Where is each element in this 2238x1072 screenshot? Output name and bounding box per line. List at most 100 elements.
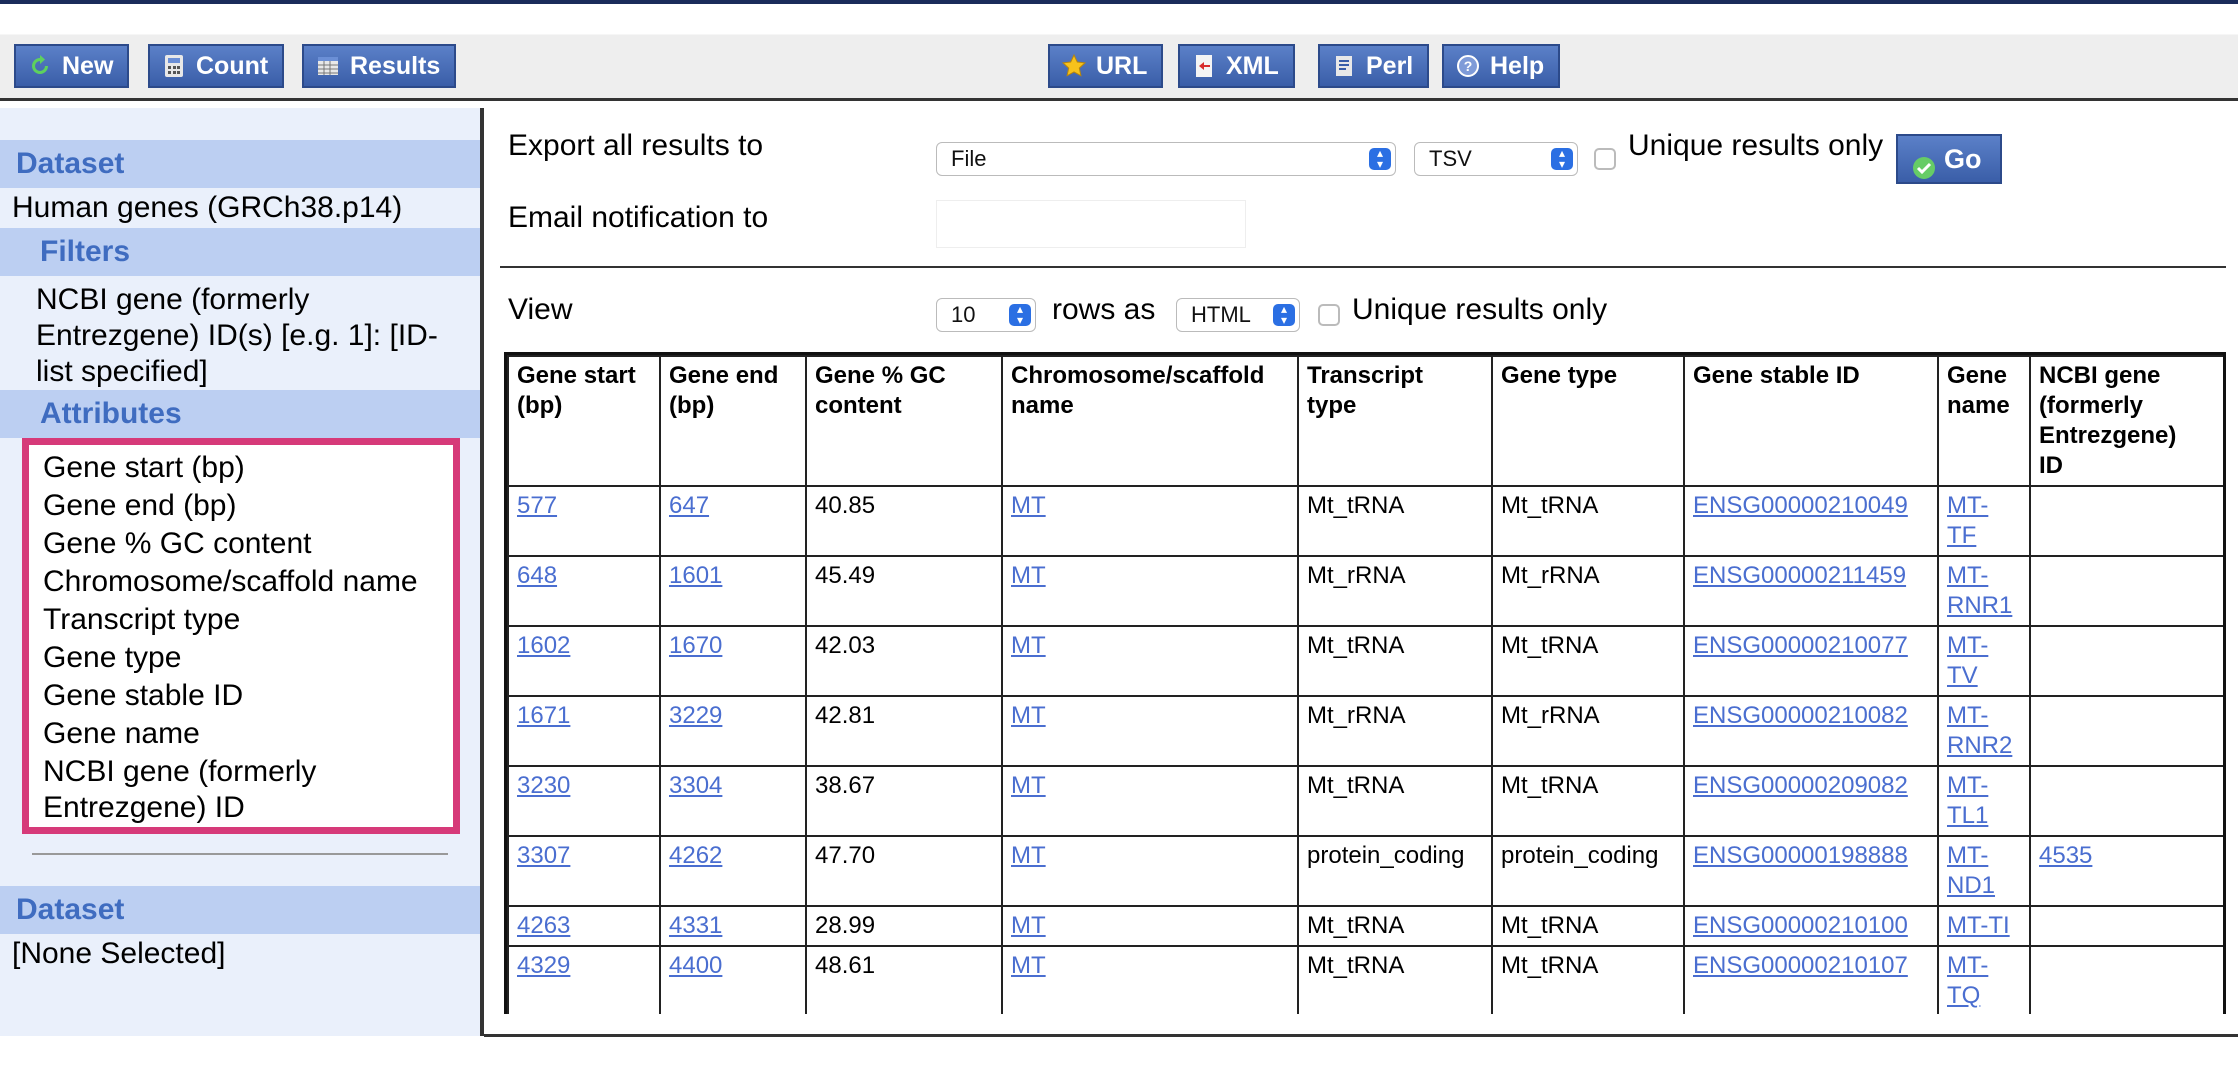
cell-link[interactable]: MT- ND1 (1947, 842, 1995, 899)
dataset-value[interactable]: Human genes (GRCh38.p14) (12, 190, 402, 226)
cell-link[interactable]: ENSG00000210082 (1693, 702, 1908, 729)
go-button[interactable]: Go (1896, 134, 2002, 184)
column-header: NCBI gene (formerly Entrezgene) ID (2029, 355, 2223, 487)
perl-button[interactable]: Perl (1318, 44, 1430, 88)
export-format-select[interactable]: TSV ▴ ▾ (1414, 142, 1578, 176)
cell-link[interactable]: MT- RNR1 (1947, 562, 2012, 619)
cell-link[interactable]: 1602 (517, 632, 570, 659)
filters-heading[interactable]: Filters (0, 228, 480, 276)
table-cell: Mt_tRNA (1297, 765, 1493, 837)
table-cell: MT- RNR2 (1937, 695, 2031, 767)
cell-link[interactable]: MT (1011, 842, 1046, 869)
cell-link[interactable]: 4400 (669, 952, 722, 979)
dataset-heading[interactable]: Dataset (0, 140, 480, 188)
attribute-item[interactable]: Gene end (bp) (43, 487, 236, 525)
cell-link[interactable]: 3230 (517, 772, 570, 799)
cell-link[interactable]: MT- TV (1947, 632, 1988, 689)
cell-link[interactable]: 4263 (517, 912, 570, 939)
cell-link[interactable]: 1601 (669, 562, 722, 589)
new-button[interactable]: New (14, 44, 130, 88)
table-cell: MT (1001, 625, 1299, 697)
cell-link[interactable]: 3229 (669, 702, 722, 729)
cell-link[interactable]: MT (1011, 562, 1046, 589)
attribute-item[interactable]: Gene type (43, 639, 181, 677)
table-cell: 38.67 (805, 765, 1003, 837)
cell-link[interactable]: MT- TQ (1947, 952, 1988, 1009)
cell-link[interactable]: 647 (669, 492, 709, 519)
cell-link[interactable]: 3304 (669, 772, 722, 799)
attribute-item[interactable]: Transcript type (43, 601, 240, 639)
cell-link[interactable]: MT- RNR2 (1947, 702, 2012, 759)
cell-link[interactable]: 1670 (669, 632, 722, 659)
chevron-updown-icon: ▴ ▾ (1009, 303, 1031, 326)
table-header-row: Gene start (bp) Gene end (bp) Gene % GC conte… (507, 355, 2223, 487)
cell-link[interactable]: MT-TI (1947, 912, 2010, 939)
table-cell: MT- RNR1 (1937, 555, 2031, 627)
table-cell: Mt_tRNA (1491, 625, 1685, 697)
column-header: Gene name (1937, 355, 2031, 487)
cell-link[interactable]: 4329 (517, 952, 570, 979)
table-cell: 40.85 (805, 485, 1003, 557)
attribute-item[interactable]: NCBI gene (formerly (43, 753, 316, 791)
filter-summary[interactable]: NCBI gene (formerly Entrezgene) ID(s) [e… (36, 282, 438, 390)
table-cell: 3307 (507, 835, 661, 907)
dataset2-heading[interactable]: Dataset (0, 886, 480, 934)
help-button[interactable]: ? Help (1442, 44, 1561, 88)
attribute-item[interactable]: Gene % GC content (43, 525, 311, 563)
cell-link[interactable]: 4331 (669, 912, 722, 939)
chevron-updown-icon: ▴ ▾ (1273, 303, 1295, 326)
cell-link[interactable]: ENSG00000210077 (1693, 632, 1908, 659)
table-cell: 48.61 (805, 945, 1003, 1014)
filter-line: list specified] (36, 355, 208, 388)
cell-link[interactable]: MT (1011, 952, 1046, 979)
attribute-item[interactable]: Entrezgene) ID (43, 789, 245, 827)
cell-link[interactable]: MT- TF (1947, 492, 1988, 549)
results-button[interactable]: Results (302, 44, 457, 88)
count-button[interactable]: Count (148, 44, 285, 88)
table-cell: MT- TV (1937, 625, 2031, 697)
column-header: Gene stable ID (1683, 355, 1939, 487)
dataset2-value[interactable]: [None Selected] (12, 936, 225, 972)
table-cell: 648 (507, 555, 661, 627)
cell-link[interactable]: ENSG00000210049 (1693, 492, 1908, 519)
email-field[interactable] (936, 200, 1246, 248)
count-label: Count (196, 52, 269, 80)
view-rows-select[interactable]: 10 ▴ ▾ (936, 298, 1036, 332)
attribute-item[interactable]: Gene name (43, 715, 200, 753)
table-cell (2029, 945, 2223, 1014)
results-table-container: Gene start (bp) Gene end (bp) Gene % GC conte… (504, 352, 2226, 1014)
cell-link[interactable]: 4535 (2039, 842, 2092, 869)
table-cell: 47.70 (805, 835, 1003, 907)
view-rows-value: 10 (951, 302, 976, 327)
attribute-item[interactable]: Gene start (bp) (43, 449, 245, 487)
xml-button[interactable]: XML (1178, 44, 1295, 88)
cell-link[interactable]: 1671 (517, 702, 570, 729)
cell-link[interactable]: ENSG00000198888 (1693, 842, 1908, 869)
attribute-item[interactable]: Gene stable ID (43, 677, 243, 715)
url-button[interactable]: URL (1048, 44, 1164, 88)
cell-link[interactable]: 3307 (517, 842, 570, 869)
cell-link[interactable]: 577 (517, 492, 557, 519)
view-unique-label: Unique results only (1352, 293, 1608, 326)
cell-link[interactable]: MT (1011, 702, 1046, 729)
table-cell: 42.03 (805, 625, 1003, 697)
cell-link[interactable]: MT (1011, 772, 1046, 799)
cell-link[interactable]: MT (1011, 492, 1046, 519)
view-format-select[interactable]: HTML ▴ ▾ (1176, 298, 1300, 332)
table-row: 577 647 40.85 MT Mt_tRNA Mt_tRNA ENSG000002100… (507, 485, 2223, 557)
cell-link[interactable]: MT- TL1 (1947, 772, 1988, 829)
results-panel: Export all results to File ▴ ▾ TSV ▴ ▾ Uni… (484, 108, 2238, 1036)
cell-link[interactable]: 648 (517, 562, 557, 589)
cell-link[interactable]: 4262 (669, 842, 722, 869)
cell-link[interactable]: ENSG00000211459 (1693, 562, 1906, 589)
cell-link[interactable]: MT (1011, 632, 1046, 659)
table-cell: MT (1001, 485, 1299, 557)
cell-link[interactable]: ENSG00000209082 (1693, 772, 1908, 799)
attribute-item[interactable]: Chromosome/scaffold name (43, 563, 418, 601)
attributes-heading[interactable]: Attributes (0, 390, 480, 438)
cell-link[interactable]: ENSG00000210100 (1693, 912, 1908, 939)
cell-link[interactable]: ENSG00000210107 (1693, 952, 1908, 979)
column-header: Gene type (1491, 355, 1685, 487)
export-destination-select[interactable]: File ▴ ▾ (936, 142, 1396, 176)
cell-link[interactable]: MT (1011, 912, 1046, 939)
